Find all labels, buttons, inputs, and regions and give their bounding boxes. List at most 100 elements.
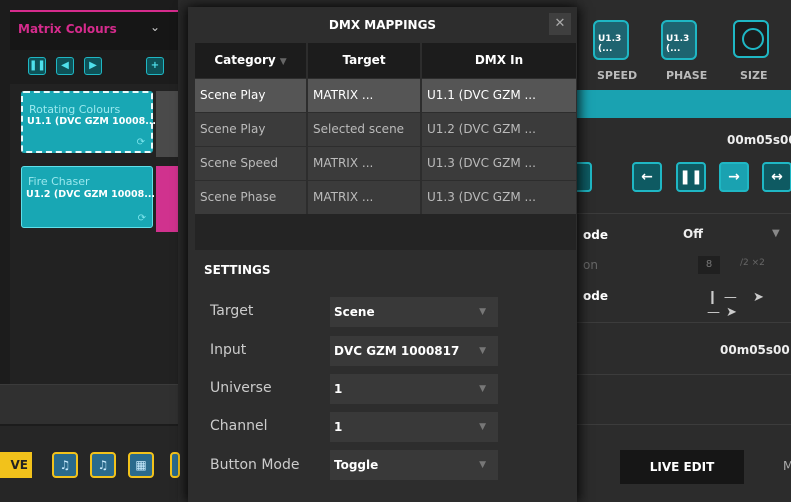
scene-card[interactable]: Fire Chaser U1.2 (DVC GZM 10008... ⟳ [21, 166, 156, 228]
cell-category: Scene Play [195, 79, 306, 112]
chevron-down-icon: ▼ [479, 384, 486, 394]
table-row[interactable]: Scene Play MATRIX ... U1.1 (DVC GZM ... [195, 79, 576, 113]
input-label: Input [210, 342, 247, 358]
toolbar-strip [0, 384, 178, 424]
progress-bar[interactable] [577, 90, 791, 118]
cell-target: MATRIX ... [308, 147, 420, 180]
scene-marker [156, 91, 178, 157]
sync-icon: ⟳ [136, 137, 145, 148]
faded-label: on [583, 258, 598, 272]
table-row[interactable]: Scene Phase MATRIX ... U1.3 (DVC GZM ... [195, 181, 576, 215]
pause-icon[interactable]: ❚❚ [676, 162, 706, 192]
settings-heading: SETTINGS [204, 263, 271, 277]
dialog-title: DMX MAPPINGS [328, 18, 437, 32]
channel-label: Channel [210, 418, 268, 434]
speed-knob[interactable]: U1.3 (... [593, 20, 629, 60]
target-label: Target [210, 303, 254, 319]
column-header-target[interactable]: Target [308, 43, 420, 78]
mode-label-2: ode [583, 289, 608, 303]
chevron-down-icon: ▼ [479, 422, 486, 432]
dialog-header: DMX MAPPINGS ✕ [188, 7, 577, 43]
universe-label: Universe [210, 380, 272, 396]
table-empty-area [195, 214, 576, 250]
input-select[interactable]: DVC GZM 1000817 ▼ [330, 336, 498, 366]
scene-marker-active [156, 166, 178, 232]
column-header-category[interactable]: Category ▼ [195, 43, 306, 78]
cell-category: Scene Speed [195, 147, 306, 180]
scene-name: Rotating Colours [29, 103, 121, 116]
cell-category: Scene Play [195, 113, 306, 146]
duration-value-2: 00m05s00 [720, 343, 790, 357]
divider [577, 322, 791, 323]
multiplier-buttons[interactable]: /2 ×2 [740, 258, 765, 268]
mode-select[interactable]: Off [683, 227, 703, 241]
arrow-right-icon[interactable]: → [719, 162, 749, 192]
sound-icon[interactable]: ♫ [90, 452, 116, 478]
button-mode-value: Toggle [334, 458, 379, 472]
chevron-down-icon: ▼ [479, 307, 486, 317]
speed-label: SPEED [597, 69, 638, 82]
live-edit-tab[interactable]: LIVE EDIT [620, 450, 744, 484]
chevron-down-icon: ▼ [479, 346, 486, 356]
add-scene-button[interactable]: + [146, 57, 164, 75]
channel-value: 1 [334, 420, 343, 434]
scene-name: Fire Chaser [28, 175, 90, 188]
sync-icon: ⟳ [137, 213, 146, 224]
group-title: Matrix Colours [18, 22, 117, 36]
target-value: Scene [334, 305, 375, 319]
button-mode-select[interactable]: Toggle ▼ [330, 450, 498, 480]
scene-list-panel: Matrix Colours ⌄ ❚❚ ◀ ▶ + Rotating Colou… [0, 0, 180, 502]
live-tab[interactable]: VE [0, 452, 32, 478]
chevron-down-icon[interactable]: ▼ [772, 228, 780, 239]
skip-forward-icon[interactable]: ▶ [84, 57, 102, 75]
divider [577, 374, 791, 375]
target-select[interactable]: Scene ▼ [330, 297, 498, 327]
dmx-mappings-dialog: DMX MAPPINGS ✕ Category ▼ Target DMX In S… [188, 7, 577, 502]
column-label: DMX In [474, 53, 524, 67]
phase-knob[interactable]: U1.3 (... [661, 20, 697, 60]
chevron-down-icon: ▼ [479, 460, 486, 470]
scene-dmx-id: U1.1 (DVC GZM 10008... [27, 116, 157, 127]
cell-target: MATRIX ... [308, 79, 420, 112]
size-label: SIZE [740, 69, 768, 82]
arrow-left-icon[interactable]: ← [632, 162, 662, 192]
bounce-icon[interactable]: ↔ [762, 162, 791, 192]
input-value: DVC GZM 1000817 [334, 344, 460, 358]
scene-dmx-id: U1.2 (DVC GZM 10008... [26, 189, 156, 200]
size-knob[interactable] [733, 20, 769, 58]
knob-ring-icon [742, 28, 764, 50]
play-mode-icons[interactable]: ❙— ➤ —➤ [707, 290, 791, 320]
count-field[interactable]: 8 [698, 256, 720, 274]
phase-value: U1.3 (... [666, 34, 690, 54]
column-label: Category [214, 53, 276, 67]
pause-icon[interactable]: ❚❚ [28, 57, 46, 75]
cell-target: Selected scene [308, 113, 420, 146]
divider [577, 213, 791, 214]
sort-icon: ▼ [279, 57, 287, 67]
universe-value: 1 [334, 382, 343, 396]
cell-dmx-in: U1.2 (DVC GZM ... [422, 113, 576, 146]
table-row[interactable]: Scene Speed MATRIX ... U1.3 (DVC GZM ... [195, 147, 576, 181]
cell-dmx-in: U1.3 (DVC GZM ... [422, 147, 576, 180]
cell-target: MATRIX ... [308, 181, 420, 214]
close-icon[interactable]: ✕ [549, 13, 571, 35]
column-label: Target [342, 53, 386, 67]
duration-value: 00m05s00 [727, 133, 791, 147]
speed-value: U1.3 (... [598, 34, 622, 54]
column-header-dmx-in[interactable]: DMX In [422, 43, 576, 78]
next-tab[interactable]: M [783, 459, 791, 473]
chevron-down-icon[interactable]: ⌄ [150, 20, 160, 34]
skip-back-icon[interactable]: ◀ [56, 57, 74, 75]
mode-label: ode [583, 228, 608, 242]
channel-select[interactable]: 1 ▼ [330, 412, 498, 442]
more-icon[interactable] [170, 452, 180, 478]
grid-icon[interactable]: ▦ [128, 452, 154, 478]
sound-off-icon[interactable]: ♫ [52, 452, 78, 478]
universe-select[interactable]: 1 ▼ [330, 374, 498, 404]
app-window: Matrix Colours ⌄ ❚❚ ◀ ▶ + Rotating Colou… [0, 0, 791, 502]
scene-card[interactable]: Rotating Colours U1.1 (DVC GZM 10008... … [21, 91, 157, 153]
cell-category: Scene Phase [195, 181, 306, 214]
table-row[interactable]: Scene Play Selected scene U1.2 (DVC GZM … [195, 113, 576, 147]
button-mode-label: Button Mode [210, 457, 300, 473]
cell-dmx-in: U1.3 (DVC GZM ... [422, 181, 576, 214]
